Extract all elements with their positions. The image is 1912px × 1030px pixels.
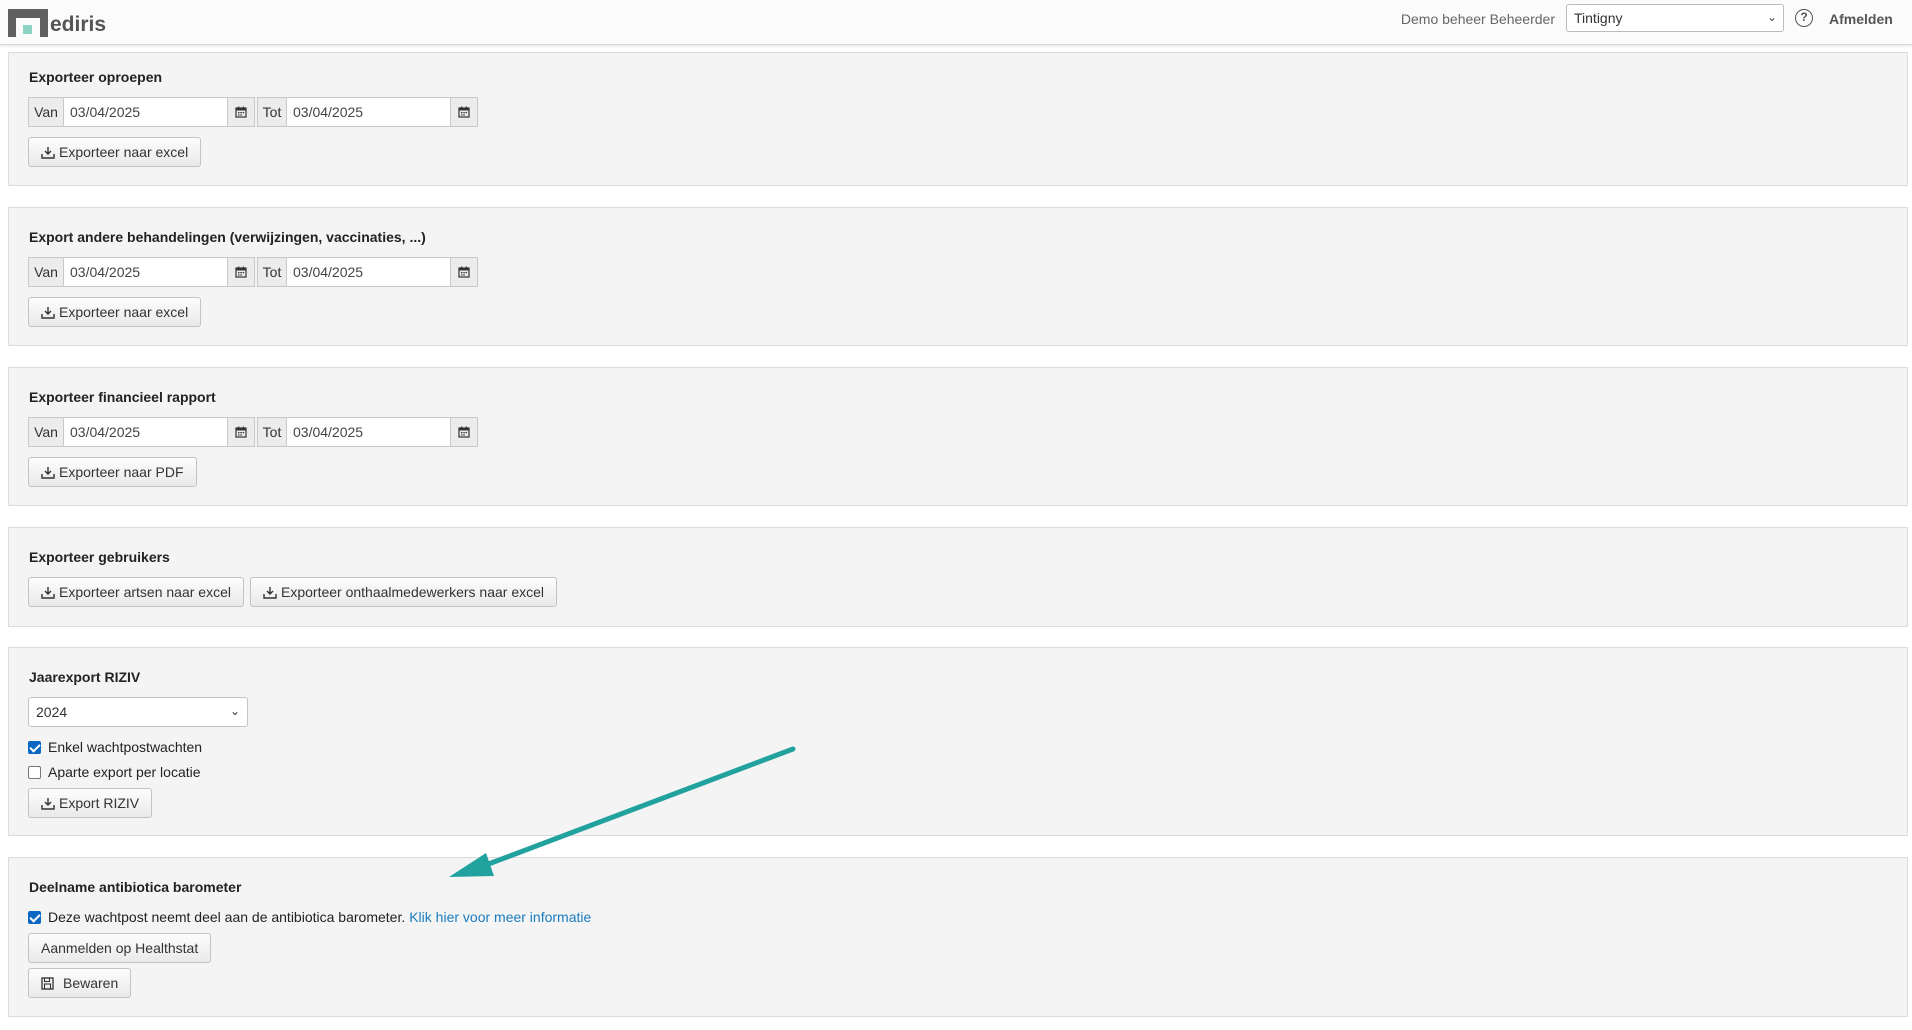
download-icon — [41, 306, 55, 319]
section-title: Jaarexport RIZIV — [29, 669, 141, 685]
floppy-disk-icon — [41, 976, 54, 990]
to-label: Tot — [257, 257, 287, 287]
panel-export-users: Exporteer gebruikers Exporteer artsen na… — [8, 527, 1908, 627]
logo-mark — [8, 9, 48, 37]
barometer-participation-checkbox[interactable] — [28, 910, 41, 924]
from-date-input[interactable]: 03/04/2025 — [64, 257, 228, 287]
panel-export-financial: Exporteer financieel rapport Van 03/04/2… — [8, 367, 1908, 506]
section-title: Export andere behandelingen (verwijzinge… — [29, 229, 426, 245]
from-date-input[interactable]: 03/04/2025 — [64, 97, 228, 127]
chevron-down-icon: ⌄ — [229, 704, 240, 718]
per-location-option[interactable]: Aparte export per locatie — [28, 764, 201, 780]
to-label: Tot — [257, 417, 287, 447]
section-title: Deelname antibiotica barometer — [29, 879, 242, 895]
to-date-input[interactable]: 03/04/2025 — [287, 257, 451, 287]
panel-antibiotics-barometer: Deelname antibiotica barometer Deze wach… — [8, 857, 1908, 1017]
button-label: Exporteer onthaalmedewerkers naar excel — [281, 584, 545, 600]
panel-riziv-export: Jaarexport RIZIV 2024 ⌄ Enkel wachtpostw… — [8, 647, 1908, 836]
export-treatments-excel-button[interactable]: Exporteer naar excel — [28, 297, 202, 327]
register-healthstat-button[interactable]: Aanmelden op Healthstat — [28, 933, 212, 963]
section-title: Exporteer oproepen — [29, 69, 163, 85]
button-label: Bewaren — [63, 975, 119, 991]
chevron-down-icon: ⌄ — [1766, 10, 1777, 24]
location-select[interactable]: Tintigny ⌄ — [1566, 4, 1784, 32]
export-doctors-excel-button[interactable]: Exporteer artsen naar excel — [28, 577, 244, 607]
only-shifts-option[interactable]: Enkel wachtpostwachten — [28, 739, 202, 755]
calendar-icon[interactable] — [228, 417, 255, 447]
export-riziv-button[interactable]: Export RIZIV — [28, 788, 153, 818]
save-button[interactable]: Bewaren — [28, 968, 132, 998]
logout-link[interactable]: Afmelden — [1829, 11, 1893, 27]
calendar-icon[interactable] — [451, 97, 478, 127]
to-date-input[interactable]: 03/04/2025 — [287, 417, 451, 447]
from-label: Van — [28, 97, 64, 127]
to-label: Tot — [257, 97, 287, 127]
download-icon — [41, 797, 55, 810]
download-icon — [263, 586, 277, 599]
section-title: Exporteer gebruikers — [29, 549, 170, 565]
calendar-icon[interactable] — [451, 417, 478, 447]
current-user-name: Demo beheer Beheerder — [1400, 11, 1555, 27]
top-navbar: ediris Demo beheer Beheerder Tintigny ⌄ … — [0, 0, 1912, 45]
per-location-label: Aparte export per locatie — [48, 764, 201, 780]
from-label: Van — [28, 257, 64, 287]
button-label: Exporteer artsen naar excel — [59, 584, 231, 600]
calendar-icon[interactable] — [228, 97, 255, 127]
export-calls-excel-button[interactable]: Exporteer naar excel — [28, 137, 202, 167]
year-select-value: 2024 — [36, 704, 68, 720]
export-financial-pdf-button[interactable]: Exporteer naar PDF — [28, 457, 197, 487]
button-label: Exporteer naar excel — [59, 144, 189, 160]
date-range: Van 03/04/2025 Tot 03/04/2025 — [28, 257, 478, 287]
export-reception-staff-excel-button[interactable]: Exporteer onthaalmedewerkers naar excel — [250, 577, 558, 607]
calendar-icon[interactable] — [228, 257, 255, 287]
calendar-icon[interactable] — [451, 257, 478, 287]
download-icon — [41, 586, 55, 599]
only-shifts-label: Enkel wachtpostwachten — [48, 739, 203, 755]
to-date-input[interactable]: 03/04/2025 — [287, 97, 451, 127]
panel-export-treatments: Export andere behandelingen (verwijzinge… — [8, 207, 1908, 346]
barometer-participation-option[interactable]: Deze wachtpost neemt deel aan de antibio… — [28, 909, 591, 925]
from-label: Van — [28, 417, 64, 447]
from-date-input[interactable]: 03/04/2025 — [64, 417, 228, 447]
date-range: Van 03/04/2025 Tot 03/04/2025 — [28, 97, 478, 127]
question-circle-icon[interactable]: ? — [1795, 9, 1813, 27]
date-range: Van 03/04/2025 Tot 03/04/2025 — [28, 417, 478, 447]
app-logo[interactable]: ediris — [8, 9, 106, 37]
button-label: Export RIZIV — [59, 795, 140, 811]
download-icon — [41, 466, 55, 479]
only-shifts-checkbox[interactable] — [28, 740, 41, 754]
per-location-checkbox[interactable] — [28, 765, 41, 779]
download-icon — [41, 146, 55, 159]
logo-text: ediris — [50, 13, 107, 36]
section-title: Exporteer financieel rapport — [29, 389, 216, 405]
barometer-participation-label: Deze wachtpost neemt deel aan de antibio… — [48, 909, 406, 925]
location-select-value: Tintigny — [1574, 10, 1623, 26]
more-info-link[interactable]: Klik hier voor meer informatie — [409, 909, 591, 925]
year-select[interactable]: 2024 ⌄ — [28, 697, 248, 727]
button-label: Exporteer naar PDF — [59, 464, 184, 480]
button-label: Aanmelden op Healthstat — [41, 940, 199, 956]
panel-export-calls: Exporteer oproepen Van 03/04/2025 Tot 03… — [8, 52, 1908, 186]
button-label: Exporteer naar excel — [59, 304, 189, 320]
